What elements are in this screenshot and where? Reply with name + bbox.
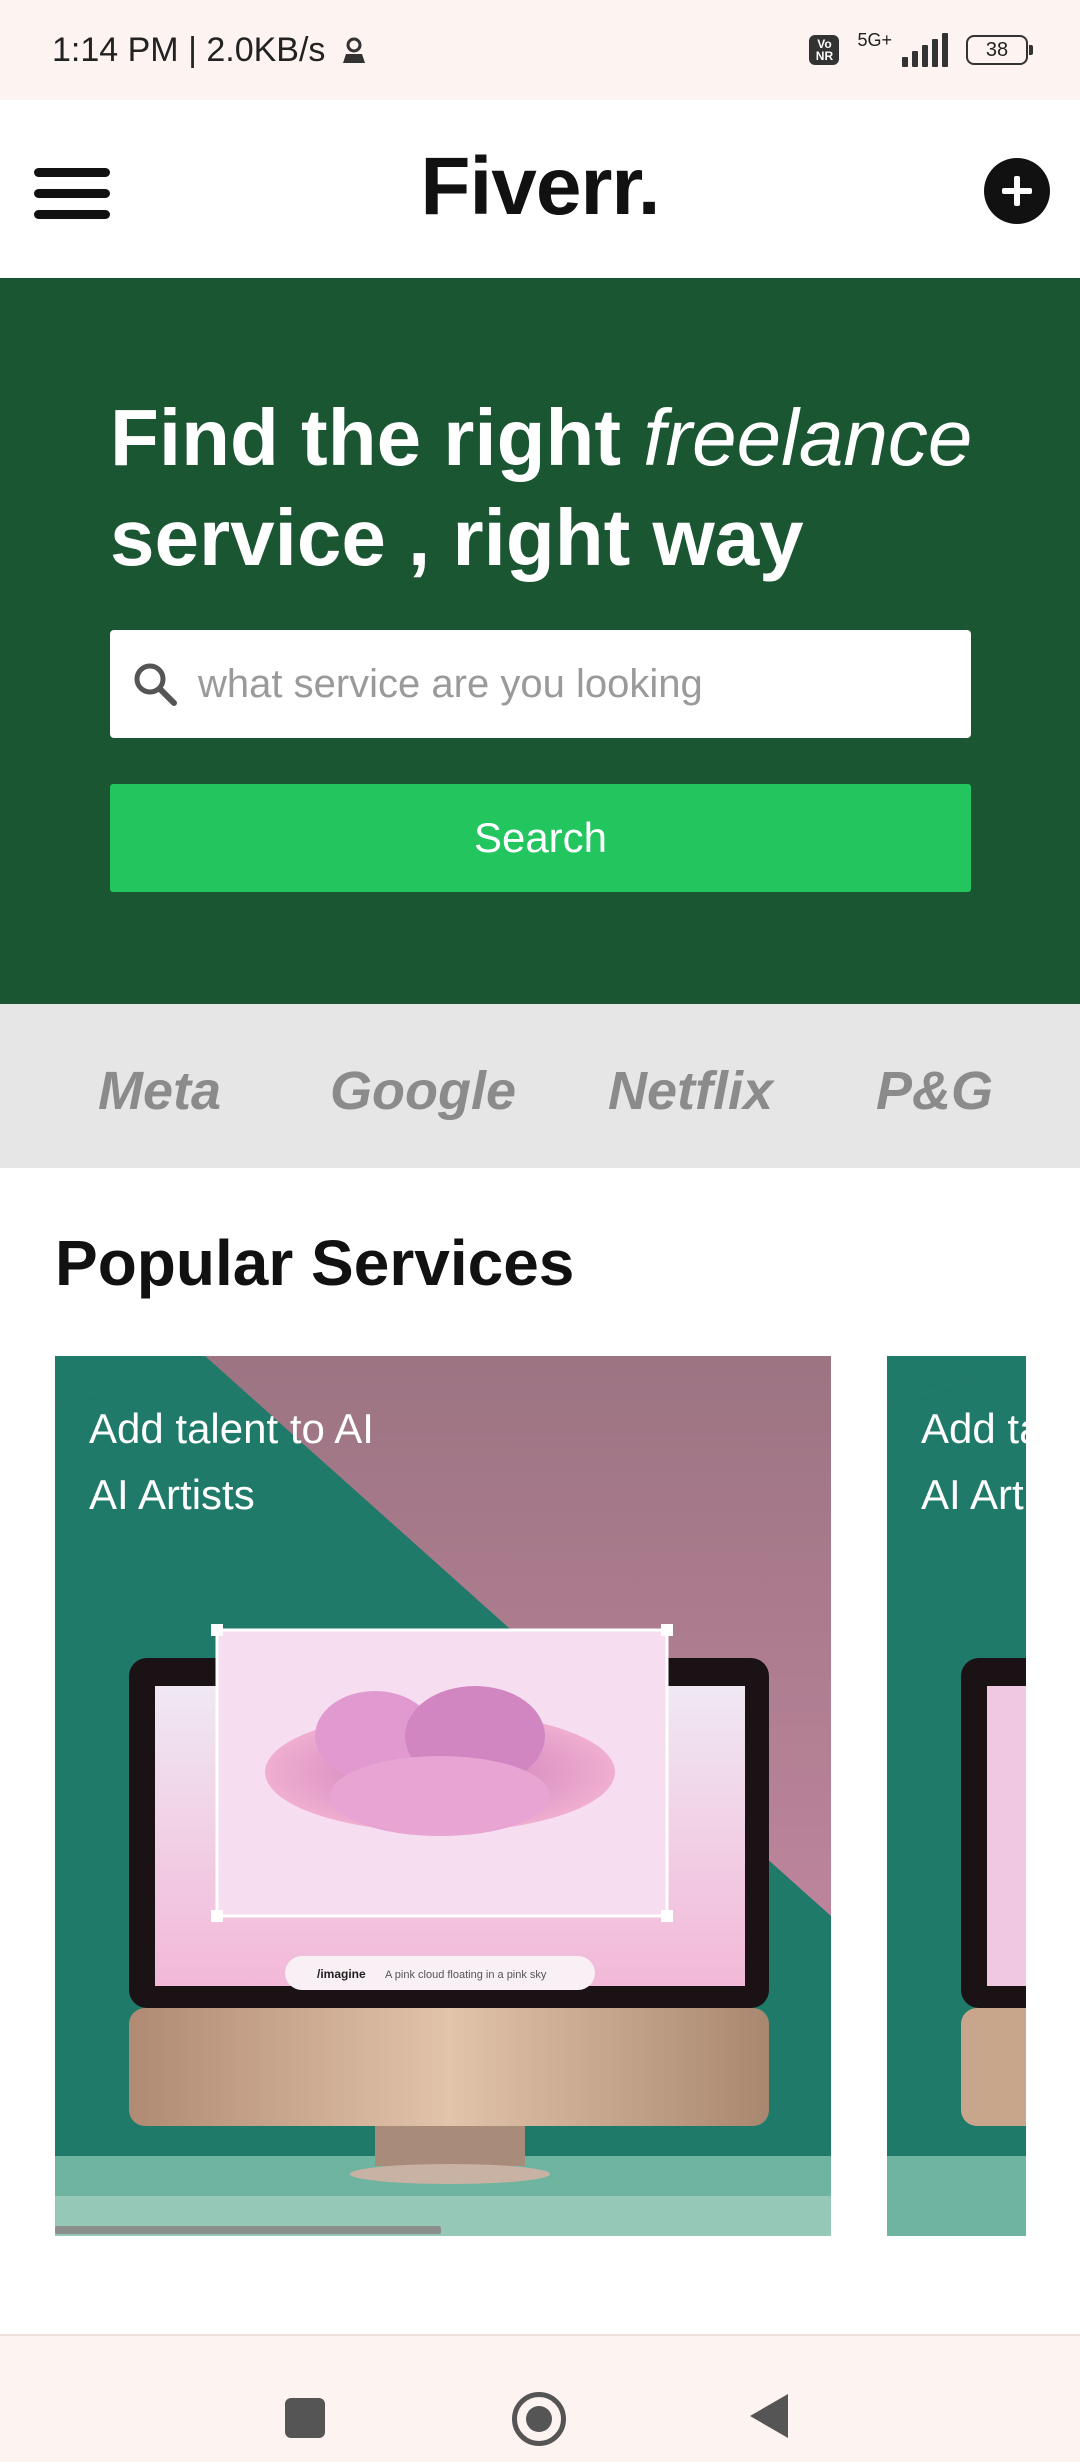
prompt-text: A pink cloud floating in a pink sky [385,1969,547,1981]
brand-google: Google [330,1061,516,1121]
status-time: 1:14 PM | 2.0KB/s [52,30,326,69]
popular-services-title: Popular Services [55,1227,575,1299]
hero-title: Find the right freelance service , right … [110,393,973,582]
card-title: AI Artists [89,1471,255,1518]
status-left: 1:14 PM | 2.0KB/s [52,31,369,70]
logo[interactable]: Fiverr. [0,140,1080,234]
prompt-tag: /imagine [317,1967,366,1981]
signal-icon [902,33,948,67]
card-title: AI Artists [921,1471,1026,1518]
back-button[interactable] [750,2394,788,2438]
home-button[interactable] [512,2392,566,2446]
recents-button[interactable] [285,2398,325,2438]
card-caption: Add talent to AI AI Artists [89,1396,374,1528]
card-caption: Add talent to AI AI Artists [921,1396,1026,1528]
trusted-by-bar: Meta Google Netflix P&G [0,1004,1080,1168]
system-nav-bar [0,2334,1080,2462]
service-card[interactable]: /imagine A pink cloud floating in a pink… [55,1356,831,2236]
status-bar: 1:14 PM | 2.0KB/s Vo NR 5G+ 38 [0,0,1080,100]
carousel-scroll-indicator[interactable] [55,2226,441,2234]
person-icon [343,37,366,63]
brand-netflix: Netflix [608,1061,774,1121]
search-box[interactable] [110,630,971,738]
status-right: Vo NR 5G+ 38 [809,29,1033,67]
service-card[interactable]: Add talent to AI AI Artists [887,1356,1026,2236]
card-subtitle: Add talent to AI [89,1405,374,1452]
volte-icon: Vo NR [809,35,840,65]
search-button[interactable]: Search [110,784,971,892]
hero-section: Find the right freelance service , right … [0,278,1080,1004]
network-type: 5G+ [857,29,892,50]
search-icon [134,663,177,706]
services-carousel[interactable]: /imagine A pink cloud floating in a pink… [0,1356,1026,2238]
brand-pg: P&G [876,1061,994,1121]
card-subtitle: Add talent to AI [921,1405,1026,1452]
search-input[interactable] [196,660,960,708]
battery-icon: 38 [966,35,1033,65]
top-nav: Fiverr. [0,100,1080,278]
brand-meta: Meta [98,1061,222,1121]
add-icon[interactable] [984,158,1050,224]
